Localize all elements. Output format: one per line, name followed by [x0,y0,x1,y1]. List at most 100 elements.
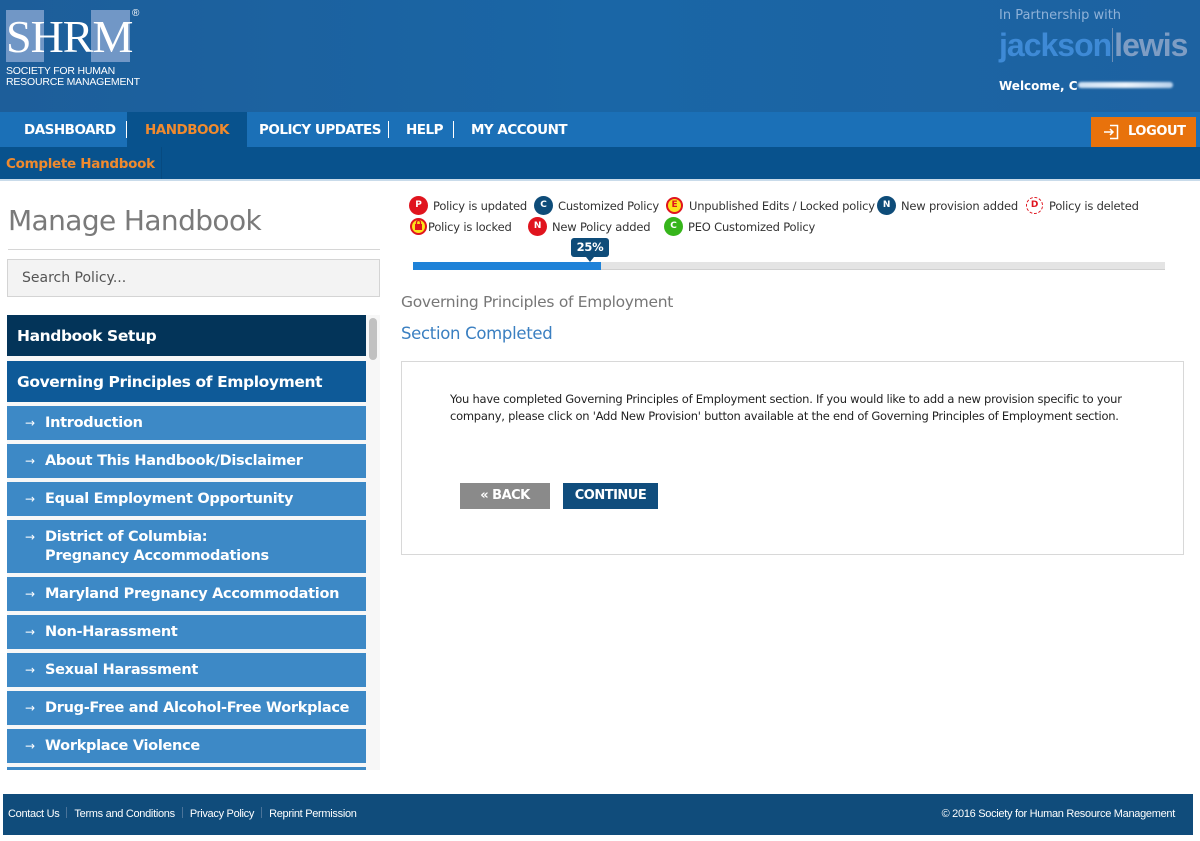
sidebar-item-introduction[interactable]: → Introduction [7,406,366,440]
nav-my-account[interactable]: MY ACCOUNT [471,112,568,147]
footer-separator [181,807,183,818]
sidebar-item-label: Maryland Pregnancy Accommodation [45,586,340,602]
arrow-right-icon: → [25,701,35,715]
sidebar-item-label: Equal Employment Opportunity [45,491,294,507]
title-divider [8,249,380,250]
sidebar-item-about-handbook[interactable]: → About This Handbook/Disclaimer [7,444,366,478]
sidebar-item-label: About This Handbook/Disclaimer [45,453,303,469]
arrow-right-icon: → [25,530,35,544]
sidebar-scrollbar-thumb[interactable] [369,318,377,360]
sidebar-item-label: Sexual Harassment [45,662,198,678]
legend-label: Unpublished Edits / Locked policy [689,199,875,213]
partner-logo: jacksonlewis [999,27,1188,64]
sidebar-item-sexual-harassment[interactable]: → Sexual Harassment [7,653,366,687]
sidebar-item-handbook-setup[interactable]: Handbook Setup [7,315,366,356]
continue-button[interactable]: CONTINUE [563,483,658,509]
sidebar-scrollbar-track[interactable] [366,315,380,770]
sub-nav: Complete Handbook [0,147,1200,181]
legend-new-policy: N New Policy added [529,218,650,236]
policy-deleted-badge-icon: D [1026,197,1043,214]
sidebar-item-equal-employment[interactable]: → Equal Employment Opportunity [7,482,366,516]
partner-name-part2: lewis [1114,27,1188,63]
sidebar-item-drug-free[interactable]: → Drug-Free and Alcohol-Free Workplace [7,691,366,725]
legend-label: Policy is updated [433,199,527,213]
nav-policy-updates[interactable]: POLICY UPDATES [259,112,382,147]
section-status-heading: Section Completed [401,324,553,343]
arrow-right-icon: → [25,416,35,430]
site-header: SHRM ® SOCIETY FOR HUMAN RESOURCE MANAGE… [0,0,1200,112]
handbook-nav-list: Handbook Setup Governing Principles of E… [7,315,380,770]
completion-message: You have completed Governing Principles … [450,392,1122,423]
section-breadcrumb: Governing Principles of Employment [401,293,674,311]
sidebar-item-label: Introduction [45,415,143,431]
footer-link-contact[interactable]: Contact Us [8,808,60,820]
policy-locked-badge-icon [410,218,427,235]
arrow-right-icon: → [25,454,35,468]
logo-letters: SHRM [6,11,133,62]
footer-separator [66,807,68,818]
footer-link-terms[interactable]: Terms and Conditions [74,808,175,820]
partner-label: In Partnership with [999,8,1122,23]
sidebar-item-label: District of Columbia: Pregnancy Accommod… [45,529,269,564]
copyright-text: © 2016 Society for Human Resource Manage… [941,808,1176,820]
sidebar-item-maryland-pregnancy[interactable]: → Maryland Pregnancy Accommodation [7,577,366,611]
new-policy-badge-icon: N [529,218,546,235]
footer-links: Contact Us Terms and Conditions Privacy Po… [8,794,357,835]
page-title: Manage Handbook [8,204,262,237]
legend-policy-updated: P Policy is updated [410,197,527,215]
back-button[interactable]: « BACK [460,483,550,509]
redacted-username [1077,82,1173,88]
legend-new-provision: N New provision added [878,197,1018,215]
progress-bar [413,262,1165,270]
nav-handbook[interactable]: HANDBOOK [127,112,247,147]
legend-label: New provision added [901,199,1018,213]
arrow-right-icon: → [25,492,35,506]
legend-label: PEO Customized Policy [688,220,816,234]
legend-policy-locked: Policy is locked [410,218,512,236]
sidebar-item-label: Non-Harassment [45,624,178,640]
sign-out-icon [1104,124,1119,140]
footer-link-privacy[interactable]: Privacy Policy [190,808,255,820]
nav-help[interactable]: HELP [406,112,444,147]
progress-bar-fill [413,262,601,270]
logout-label: LOGOUT [1128,124,1186,139]
legend-customized-policy: C Customized Policy [535,197,659,215]
search-policy-input[interactable] [7,259,380,297]
legend-peo-customized: C PEO Customized Policy [665,218,815,236]
sidebar-section-governing-principles[interactable]: Governing Principles of Employment [7,361,366,402]
logo-subtitle-line: RESOURCE MANAGEMENT [6,76,140,88]
section-complete-panel: You have completed Governing Principles … [401,361,1184,555]
arrow-right-icon: → [25,663,35,677]
footer-link-reprint[interactable]: Reprint Permission [269,808,357,820]
legend-label: Policy is deleted [1049,199,1139,213]
logout-button[interactable]: LOGOUT [1091,117,1196,147]
sidebar-item-partial[interactable] [7,767,366,770]
subnav-complete-handbook[interactable]: Complete Handbook [0,147,162,179]
sidebar-item-workplace-violence[interactable]: → Workplace Violence [7,729,366,763]
arrow-right-icon: → [25,739,35,753]
nav-separator [388,121,389,138]
footer-separator [261,807,263,818]
sidebar-item-label: Workplace Violence [45,738,200,754]
policy-updated-badge-icon: P [410,197,427,214]
legend-label: Policy is locked [428,220,512,234]
main-nav: DASHBOARD HANDBOOK POLICY UPDATES HELP M… [0,112,1200,147]
customized-policy-badge-icon: C [535,197,552,214]
sidebar-item-dc-pregnancy[interactable]: → District of Columbia: Pregnancy Accomm… [7,520,366,573]
sidebar-item-label: Drug-Free and Alcohol-Free Workplace [45,700,350,716]
sidebar-item-non-harassment[interactable]: → Non-Harassment [7,615,366,649]
nav-separator [453,121,454,138]
registered-mark: ® [132,8,140,19]
welcome-message: Welcome, C [999,79,1173,93]
nav-dashboard[interactable]: DASHBOARD [24,112,116,147]
unpublished-edits-badge-icon: E [666,197,683,214]
peo-customized-badge-icon: C [665,218,682,235]
shrm-logo[interactable]: SHRM ® SOCIETY FOR HUMAN RESOURCE MANAGE… [6,8,141,90]
legend-label: Customized Policy [558,199,659,213]
logo-subtitle: SOCIETY FOR HUMAN RESOURCE MANAGEMENT [6,66,140,88]
welcome-text: Welcome, C [999,79,1078,93]
legend-unpublished-edits: E Unpublished Edits / Locked policy [666,197,875,215]
progress-percent-label: 25% [571,238,609,262]
arrow-right-icon: → [25,587,35,601]
arrow-right-icon: → [25,625,35,639]
